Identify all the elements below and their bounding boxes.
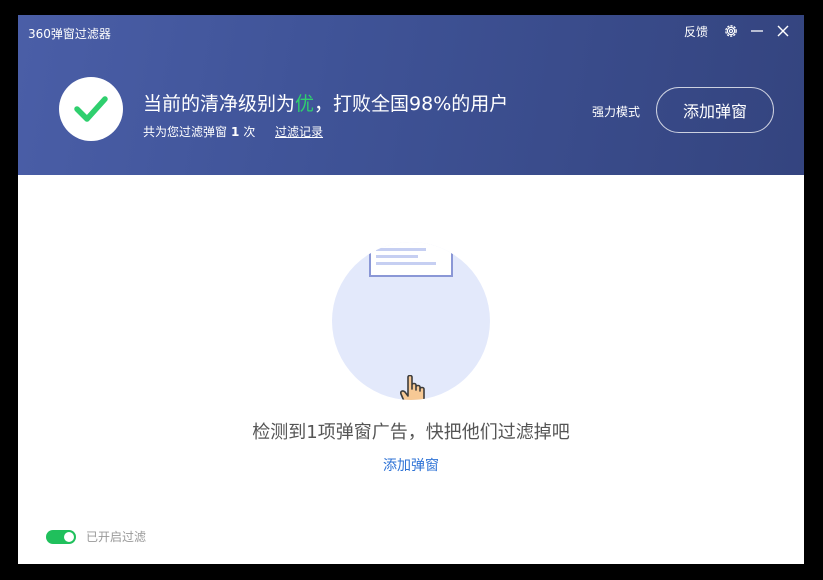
- minimize-icon: [751, 30, 763, 32]
- add-popup-button[interactable]: 添加弹窗: [656, 87, 774, 133]
- feedback-link[interactable]: 反馈: [684, 23, 708, 40]
- filter-count-prefix: 共为您过滤弹窗: [143, 125, 228, 139]
- header-banner: 360弹窗过滤器 反馈 当前的清净级别为优，打败全国98%的用户 共为您过滤弹窗…: [18, 15, 804, 175]
- settings-button[interactable]: [718, 21, 744, 41]
- add-popup-link[interactable]: 添加弹窗: [18, 455, 804, 475]
- status-headline: 当前的清净级别为优，打败全国98%的用户: [143, 89, 508, 116]
- strong-mode-link[interactable]: 强力模式: [592, 103, 640, 120]
- filter-toggle-row: 已开启过滤: [46, 528, 146, 545]
- filter-toggle-switch[interactable]: [46, 529, 76, 544]
- detection-message: 检测到1项弹窗广告，快把他们过滤掉吧: [252, 422, 570, 443]
- gear-icon: [725, 25, 737, 37]
- close-button[interactable]: [770, 21, 796, 41]
- filter-count-text: 共为您过滤弹窗 1 次: [143, 123, 255, 140]
- minimize-button[interactable]: [744, 21, 770, 41]
- empty-state-illustration: [332, 242, 490, 400]
- toggle-knob: [64, 531, 74, 542]
- close-icon: [777, 25, 789, 37]
- filter-count-suffix: 次: [243, 125, 256, 139]
- headline-suffix: ，打败全国98%的用户: [314, 93, 509, 115]
- clean-grade: 优: [295, 93, 315, 115]
- filter-count: 1: [231, 125, 240, 139]
- title-bar-controls: 反馈: [684, 21, 796, 41]
- app-title: 360弹窗过滤器: [28, 27, 111, 41]
- headline-prefix: 当前的清净级别为: [143, 93, 296, 115]
- status-check-badge: [59, 77, 123, 141]
- hand-pointer-icon: [400, 375, 425, 400]
- app-window: 360弹窗过滤器 反馈 当前的清净级别为优，打败全国98%的用户 共为您过滤弹窗…: [18, 15, 804, 564]
- filter-history-link[interactable]: 过滤记录: [275, 123, 323, 140]
- filter-toggle-label: 已开启过滤: [86, 530, 147, 544]
- checkmark-icon: [74, 96, 108, 122]
